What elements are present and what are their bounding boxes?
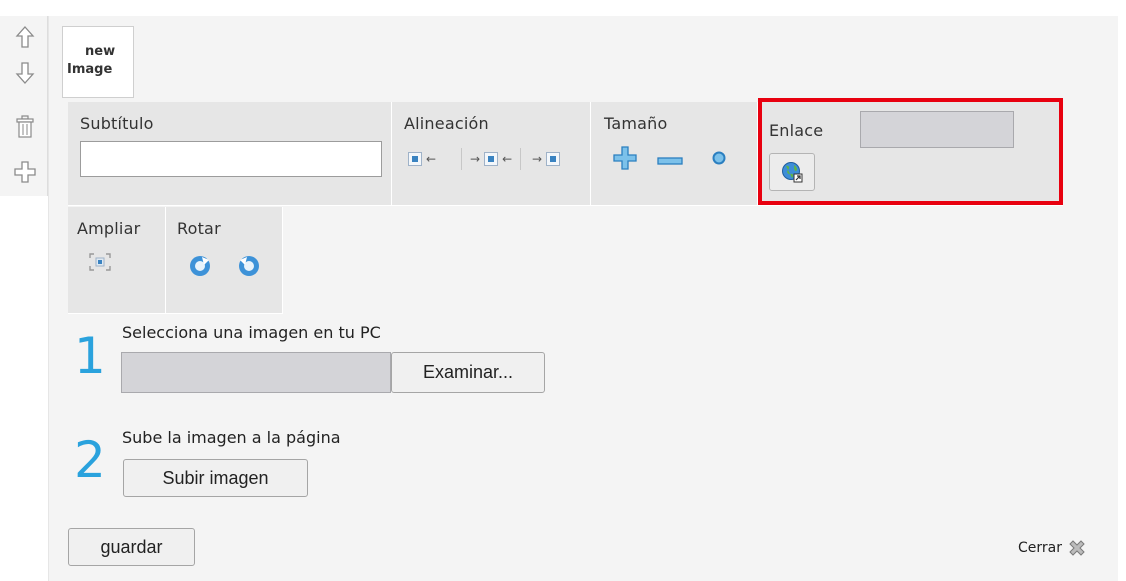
step-2-number: 2	[74, 431, 106, 489]
rotate-label: Rotar	[177, 219, 221, 238]
file-path-input[interactable]	[121, 352, 391, 393]
rotate-right-icon[interactable]	[188, 254, 212, 278]
tab-label-line2: Image	[67, 62, 113, 77]
align-right-button[interactable]: →	[532, 148, 561, 170]
image-align-center-icon	[484, 152, 499, 166]
step-1-number: 1	[74, 327, 106, 385]
tab-label-line1: new	[85, 44, 116, 59]
close-link[interactable]: Cerrar	[1018, 538, 1086, 558]
step-2-text: Sube la imagen a la página	[122, 428, 341, 447]
image-align-left-icon	[408, 152, 422, 166]
step-1-text: Selecciona una imagen en tu PC	[122, 323, 381, 342]
close-icon	[1069, 540, 1085, 556]
save-button[interactable]: guardar	[68, 528, 195, 566]
subtitle-label: Subtítulo	[80, 114, 154, 133]
zoom-label: Ampliar	[77, 219, 141, 238]
size-label: Tamaño	[604, 114, 668, 133]
upload-image-button[interactable]: Subir imagen	[123, 459, 308, 497]
new-image-tab[interactable]: new Image	[62, 26, 134, 98]
align-left-button[interactable]: ←	[408, 148, 436, 170]
link-highlight-box	[758, 98, 1063, 205]
close-label: Cerrar	[1018, 540, 1062, 556]
browse-button[interactable]: Examinar...	[391, 352, 545, 393]
rotate-left-icon[interactable]	[237, 254, 261, 278]
trash-icon[interactable]	[14, 112, 36, 142]
add-icon[interactable]	[14, 157, 36, 187]
move-up-icon[interactable]	[14, 22, 36, 52]
zoom-icon[interactable]	[88, 252, 112, 272]
move-down-icon[interactable]	[14, 58, 36, 88]
shrink-icon[interactable]	[657, 152, 683, 165]
subtitle-input[interactable]	[80, 141, 382, 177]
align-center-button[interactable]: → ←	[470, 148, 512, 170]
divider	[461, 148, 462, 170]
divider	[520, 148, 521, 170]
original-size-icon[interactable]	[711, 150, 727, 166]
enlarge-icon[interactable]	[612, 145, 638, 171]
image-align-right-icon	[546, 152, 561, 166]
alignment-label: Alineación	[404, 114, 489, 133]
